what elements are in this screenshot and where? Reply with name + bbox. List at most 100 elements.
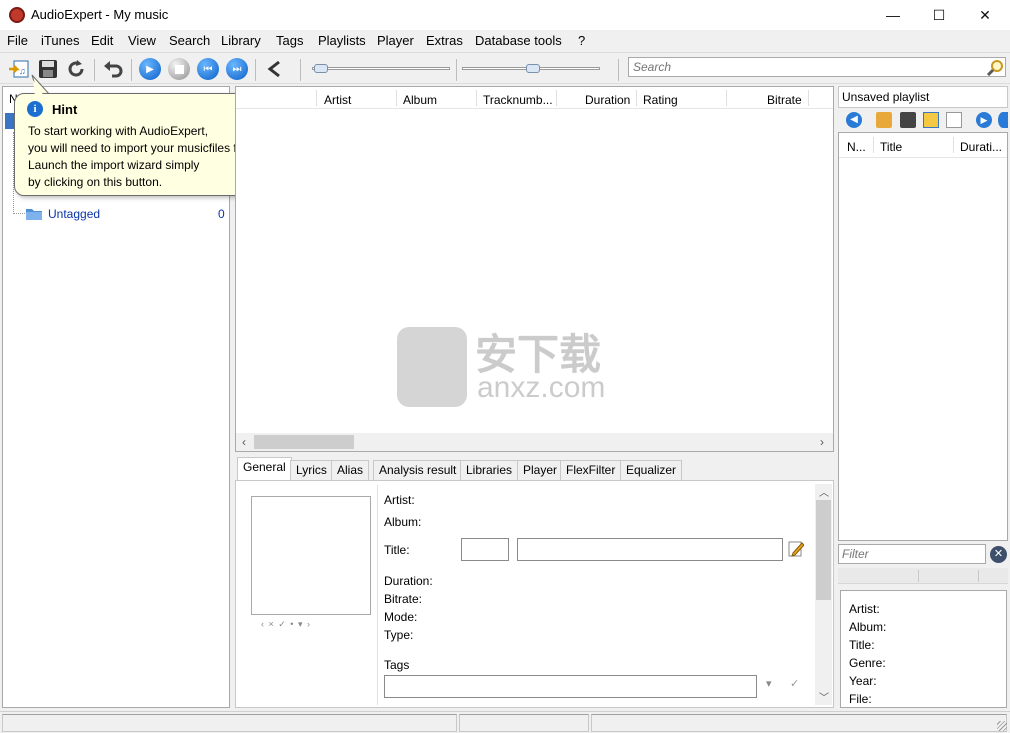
stop-icon <box>168 58 190 80</box>
position-slider-thumb[interactable] <box>314 64 328 73</box>
close-button[interactable]: ✕ <box>962 0 1008 30</box>
track-list-header: Artist Album Tracknumb... Duration Ratin… <box>236 87 833 109</box>
playlist-footer-bar <box>838 568 1008 584</box>
status-section <box>459 714 589 732</box>
tab-flexfilter[interactable]: FlexFilter <box>560 460 622 480</box>
menu-view[interactable]: View <box>128 33 156 48</box>
column-album[interactable]: Album <box>403 93 437 107</box>
clear-filter-icon[interactable]: ✕ <box>990 546 1007 563</box>
minimize-button[interactable]: — <box>870 0 916 30</box>
album-art-navigation[interactable]: ‹ × ✓ • ▾ › <box>261 619 311 630</box>
menu-playlists[interactable]: Playlists <box>318 33 366 48</box>
column-divider <box>636 90 637 106</box>
label-bitrate: Bitrate: <box>384 592 423 606</box>
scrollbar-thumb[interactable] <box>254 435 354 449</box>
playlist-column-duration[interactable]: Durati... <box>960 140 1002 154</box>
search-input[interactable] <box>629 58 969 76</box>
playlist-column-title[interactable]: Title <box>880 140 902 154</box>
check-icon[interactable]: ✓ <box>790 677 799 690</box>
next-playlist-icon[interactable] <box>998 112 1008 128</box>
play-icon: ▶ <box>139 58 161 80</box>
tab-equalizer[interactable]: Equalizer <box>620 460 683 480</box>
previous-button[interactable]: ⏮ <box>196 57 220 81</box>
next-button[interactable]: ⏭ <box>225 57 249 81</box>
menu-itunes[interactable]: iTunes <box>41 33 80 48</box>
collapse-button[interactable] <box>262 57 286 81</box>
watermark-url: anxz.com <box>477 371 606 404</box>
menu-database-tools[interactable]: Database tools <box>475 33 562 48</box>
volume-slider-thumb[interactable] <box>526 64 540 73</box>
menu-file[interactable]: File <box>7 33 28 48</box>
menu-help[interactable]: ? <box>578 33 585 48</box>
info-title: Title: <box>849 638 875 652</box>
tab-player[interactable]: Player <box>517 460 564 480</box>
menu-search[interactable]: Search <box>169 33 210 48</box>
tab-general[interactable]: General <box>237 457 292 480</box>
tab-analysis-result[interactable]: Analysis result <box>373 460 463 480</box>
scrollbar-thumb[interactable] <box>816 500 831 600</box>
refresh-button[interactable] <box>64 57 88 81</box>
tree-line <box>13 213 25 214</box>
general-tab-panel: ‹ × ✓ • ▾ › Artist: Album: Title: Durati… <box>235 480 834 708</box>
hint-title: Hint <box>52 102 78 117</box>
album-art[interactable] <box>251 496 371 615</box>
tab-lyrics[interactable]: Lyrics <box>290 460 333 480</box>
tags-field[interactable] <box>384 675 757 698</box>
title-field[interactable] <box>517 538 783 561</box>
next-icon: ⏭ <box>226 58 248 80</box>
resize-grip[interactable] <box>997 721 1007 731</box>
tab-alias[interactable]: Alias <box>331 460 370 480</box>
scroll-down-icon[interactable]: ﹀ <box>819 689 829 704</box>
menu-library[interactable]: Library <box>221 33 261 48</box>
column-artist[interactable]: Artist <box>324 93 351 107</box>
menu-player[interactable]: Player <box>377 33 414 48</box>
column-duration[interactable]: Duration <box>585 93 630 107</box>
column-divider <box>873 137 874 153</box>
edit-playlist-icon[interactable] <box>923 112 939 128</box>
scroll-up-icon[interactable]: ︿ <box>819 484 829 499</box>
stop-button[interactable] <box>167 57 191 81</box>
save-playlist-icon[interactable] <box>900 112 916 128</box>
menu-extras[interactable]: Extras <box>426 33 463 48</box>
general-vscrollbar[interactable]: ︿ ﹀ <box>815 484 832 705</box>
undo-icon <box>104 61 123 78</box>
playlist-column-number[interactable]: N... <box>847 140 866 154</box>
track-list-hscrollbar[interactable]: ‹ › <box>236 433 833 451</box>
chevron-left-icon <box>267 60 280 78</box>
track-number-field[interactable] <box>461 538 509 561</box>
undo-button[interactable] <box>101 57 125 81</box>
playlist-header: N... Title Durati... <box>839 133 1007 158</box>
search-icon[interactable] <box>986 59 1004 76</box>
dropdown-icon[interactable]: ▾ <box>766 677 772 690</box>
column-bitrate[interactable]: Bitrate <box>767 93 802 107</box>
column-divider <box>316 90 317 106</box>
scroll-left-icon[interactable]: ‹ <box>242 435 246 449</box>
filter-box <box>838 544 986 564</box>
menu-tags[interactable]: Tags <box>276 33 303 48</box>
new-playlist-icon[interactable] <box>946 112 962 128</box>
toolbar-separator <box>94 59 95 81</box>
play-playlist-icon[interactable]: ▶ <box>976 112 992 128</box>
maximize-button[interactable]: ☐ <box>916 0 962 30</box>
filter-input[interactable] <box>839 545 983 563</box>
folder-icon <box>26 209 42 220</box>
untagged-count: 0 <box>218 207 225 221</box>
column-rating[interactable]: Rating <box>643 93 678 107</box>
play-button[interactable]: ▶ <box>138 57 162 81</box>
column-tracknumber[interactable]: Tracknumb... <box>483 93 553 107</box>
back-icon[interactable]: ◀ <box>846 112 862 128</box>
label-tags: Tags <box>384 658 410 672</box>
refresh-icon <box>68 60 84 77</box>
open-folder-icon[interactable] <box>876 112 892 128</box>
edit-icon[interactable] <box>788 540 804 558</box>
divider <box>978 570 979 582</box>
toolbar-separator <box>300 59 301 81</box>
menu-edit[interactable]: Edit <box>91 33 113 48</box>
volume-slider[interactable] <box>462 64 600 73</box>
position-slider[interactable] <box>312 64 450 73</box>
scroll-right-icon[interactable]: › <box>820 435 824 449</box>
label-type: Type: <box>384 628 414 642</box>
playlist-title: Unsaved playlist <box>842 90 930 104</box>
tree-item-untagged[interactable]: Untagged <box>48 207 100 221</box>
tab-libraries[interactable]: Libraries <box>460 460 519 480</box>
